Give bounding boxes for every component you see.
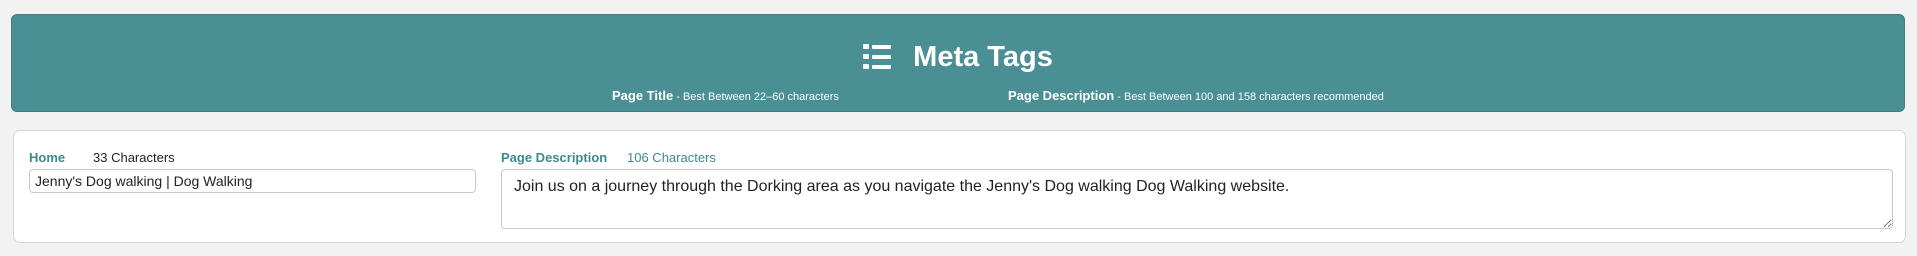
page-name-label: Home bbox=[29, 150, 66, 165]
page-description-label: Page Description bbox=[501, 150, 608, 165]
page-title: Meta Tags bbox=[913, 41, 1053, 73]
description-hint-text: - Best Between 100 and 158 characters re… bbox=[1114, 91, 1384, 103]
header-title-row: Meta Tags bbox=[12, 39, 1904, 75]
description-hint-label: Page Description bbox=[1008, 88, 1115, 103]
title-length-hint: Page Title - Best Between 22–60 characte… bbox=[612, 88, 839, 103]
title-character-count: 33 Characters bbox=[93, 150, 175, 165]
meta-tags-header: Meta Tags Page Title - Best Between 22–6… bbox=[11, 14, 1905, 112]
page-title-input[interactable] bbox=[29, 169, 476, 193]
description-character-count: 106 Characters bbox=[627, 150, 716, 165]
list-icon bbox=[863, 44, 892, 70]
page-description-textarea[interactable]: Join us on a journey through the Dorking… bbox=[501, 169, 1893, 229]
title-hint-label: Page Title bbox=[612, 88, 674, 103]
title-hint-text: - Best Between 22–60 characters bbox=[673, 91, 839, 103]
meta-tags-row: Home 33 Characters Page Description 106 … bbox=[13, 130, 1906, 243]
description-length-hint: Page Description - Best Between 100 and … bbox=[1008, 88, 1384, 103]
